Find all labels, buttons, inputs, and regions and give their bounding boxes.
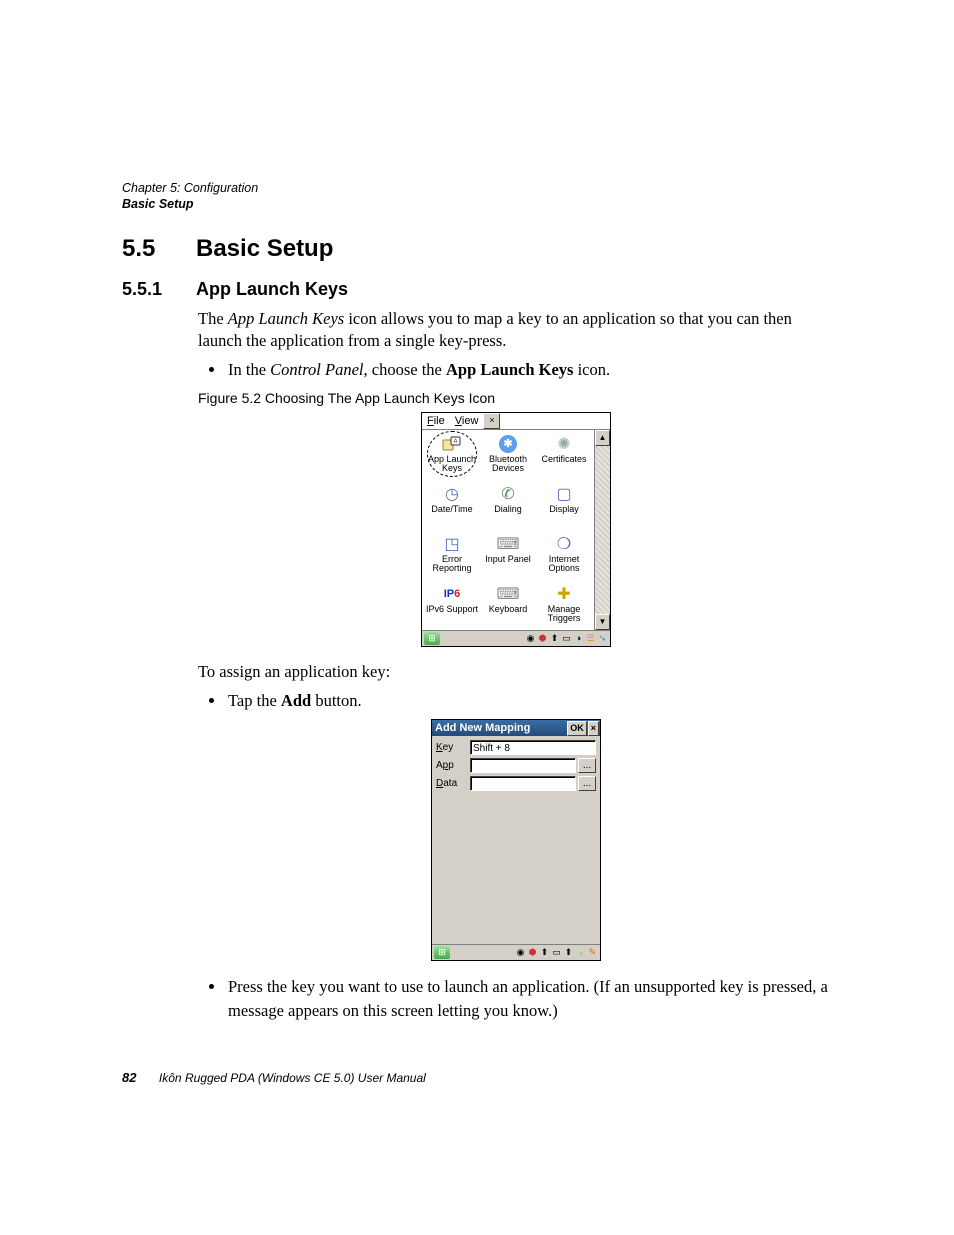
tray-icon[interactable]: ◑ bbox=[573, 633, 584, 644]
svg-text:A: A bbox=[453, 439, 457, 445]
scroll-down-button[interactable]: ▼ bbox=[595, 614, 610, 630]
taskbar: ⊞ ◉ ⬢ ⬆ ▭ ⬆ ◑ ✎ bbox=[432, 944, 600, 960]
tray-icon[interactable]: ⬆ bbox=[563, 947, 574, 958]
cp-item-input-panel[interactable]: ⌨ Input Panel bbox=[480, 532, 536, 582]
tray-icon[interactable]: ⬆ bbox=[539, 947, 550, 958]
scrollbar[interactable]: ▲ ▼ bbox=[594, 430, 610, 630]
data-browse-button[interactable]: ... bbox=[578, 776, 596, 791]
cp-item-display[interactable]: ▢ Display bbox=[536, 482, 592, 532]
breadcrumb: Basic Setup bbox=[122, 196, 834, 212]
cp-item-label: Date/Time bbox=[431, 505, 472, 514]
system-tray: ◉ ⬢ ⬆ ▭ ⬆ ◑ ✎ bbox=[515, 947, 598, 958]
bullet-3: Press the key you want to use to launch … bbox=[226, 975, 834, 1023]
bullet-2: Tap the Add button. bbox=[226, 689, 834, 713]
bullet-1: In the Control Panel, choose the App Lau… bbox=[226, 358, 834, 382]
cp-item-label: Display bbox=[549, 505, 579, 514]
tray-icon[interactable]: ✎ bbox=[587, 947, 598, 958]
keyboard-icon: ⌨ bbox=[497, 584, 519, 604]
scroll-track[interactable] bbox=[595, 446, 610, 614]
paragraph-1: The App Launch Keys icon allows you to m… bbox=[198, 308, 834, 353]
dialog-titlebar: Add New Mapping OK × bbox=[432, 720, 600, 736]
section-number: 5.5 bbox=[122, 235, 196, 263]
cp-item-app-launch-keys[interactable]: A App Launch Keys bbox=[424, 432, 480, 482]
cp-item-keyboard[interactable]: ⌨ Keyboard bbox=[480, 582, 536, 630]
cp-item-ipv6[interactable]: IP6 IPv6 Support bbox=[424, 582, 480, 630]
cp-item-label: Certificates bbox=[541, 455, 586, 464]
close-button[interactable]: × bbox=[483, 413, 500, 429]
tray-icon[interactable]: ➘ bbox=[597, 633, 608, 644]
triggers-icon: ✚ bbox=[553, 584, 575, 604]
tray-icon[interactable]: ⬆ bbox=[549, 633, 560, 644]
cp-item-label: IPv6 Support bbox=[426, 605, 478, 614]
chapter-line: Chapter 5: Configuration bbox=[122, 180, 834, 196]
app-label: App bbox=[436, 760, 470, 771]
taskbar: ⊞ ◉ ⬢ ⬆ ▭ ◑ ☰ ➘ bbox=[422, 630, 610, 646]
page-footer: 82 Ikôn Rugged PDA (Windows CE 5.0) User… bbox=[122, 1069, 426, 1087]
subsection-heading: 5.5.1 App Launch Keys bbox=[122, 279, 834, 300]
paragraph-2: To assign an application key: bbox=[198, 661, 834, 683]
clock-icon: ◷ bbox=[441, 484, 463, 504]
tray-icon[interactable]: ◉ bbox=[525, 633, 536, 644]
ok-button[interactable]: OK bbox=[567, 721, 587, 736]
scroll-up-button[interactable]: ▲ bbox=[595, 430, 610, 446]
page-number: 82 bbox=[122, 1070, 136, 1085]
section-heading: 5.5 Basic Setup bbox=[122, 235, 834, 263]
data-label: Data bbox=[436, 778, 470, 789]
cp-item-label: Internet Options bbox=[537, 555, 591, 574]
data-input[interactable] bbox=[470, 776, 576, 791]
cp-item-certificates[interactable]: ✺ Certificates bbox=[536, 432, 592, 482]
cp-item-internet-options[interactable]: ❍ Internet Options bbox=[536, 532, 592, 582]
phone-icon: ✆ bbox=[497, 484, 519, 504]
cp-item-error-reporting[interactable]: ◳ Error Reporting bbox=[424, 532, 480, 582]
subsection-number: 5.5.1 bbox=[122, 279, 196, 300]
figure-caption: Figure 5.2 Choosing The App Launch Keys … bbox=[198, 390, 834, 406]
add-mapping-dialog: Add New Mapping OK × Key Shift + 8 App .… bbox=[431, 719, 601, 961]
cp-item-dialing[interactable]: ✆ Dialing bbox=[480, 482, 536, 532]
cp-item-label: Manage Triggers bbox=[537, 605, 591, 624]
key-input[interactable]: Shift + 8 bbox=[470, 740, 596, 755]
cp-item-label: Error Reporting bbox=[425, 555, 479, 574]
tray-icon[interactable]: ◉ bbox=[515, 947, 526, 958]
cp-item-datetime[interactable]: ◷ Date/Time bbox=[424, 482, 480, 532]
app-launch-icon: A bbox=[441, 434, 463, 454]
cp-item-manage-triggers[interactable]: ✚ Manage Triggers bbox=[536, 582, 592, 630]
menubar: File View × bbox=[422, 413, 610, 430]
section-title: Basic Setup bbox=[196, 235, 333, 263]
certificates-icon: ✺ bbox=[553, 434, 575, 454]
close-button[interactable]: × bbox=[588, 721, 599, 736]
ipv6-icon: IP6 bbox=[441, 584, 463, 604]
system-tray: ◉ ⬢ ⬆ ▭ ◑ ☰ ➘ bbox=[525, 633, 608, 644]
cp-item-label: Keyboard bbox=[489, 605, 528, 614]
control-panel-window: File View × A App Launch Keys ✱ Bluetoot… bbox=[421, 412, 611, 647]
tray-icon[interactable]: ⬢ bbox=[537, 633, 548, 644]
tray-icon[interactable]: ⬢ bbox=[527, 947, 538, 958]
menu-view[interactable]: View bbox=[450, 414, 484, 428]
footer-title: Ikôn Rugged PDA (Windows CE 5.0) User Ma… bbox=[159, 1071, 426, 1085]
cp-item-label: App Launch Keys bbox=[425, 455, 479, 474]
subsection-title: App Launch Keys bbox=[196, 279, 348, 300]
tray-icon[interactable]: ▭ bbox=[561, 633, 572, 644]
tray-icon[interactable]: ◑ bbox=[575, 947, 586, 958]
tray-icon[interactable]: ☰ bbox=[585, 633, 596, 644]
globe-icon: ❍ bbox=[553, 534, 575, 554]
cp-item-label: Dialing bbox=[494, 505, 522, 514]
cp-item-label: Input Panel bbox=[485, 555, 531, 564]
start-button[interactable]: ⊞ bbox=[434, 946, 450, 959]
dialog-title: Add New Mapping bbox=[435, 722, 530, 734]
cp-item-bluetooth[interactable]: ✱ Bluetooth Devices bbox=[480, 432, 536, 482]
app-input[interactable] bbox=[470, 758, 576, 773]
menu-file[interactable]: File bbox=[422, 414, 450, 428]
input-panel-icon: ⌨ bbox=[497, 534, 519, 554]
display-icon: ▢ bbox=[553, 484, 575, 504]
cp-item-label: Bluetooth Devices bbox=[481, 455, 535, 474]
bluetooth-icon: ✱ bbox=[497, 434, 519, 454]
start-button[interactable]: ⊞ bbox=[424, 632, 440, 645]
app-browse-button[interactable]: ... bbox=[578, 758, 596, 773]
error-icon: ◳ bbox=[441, 534, 463, 554]
tray-icon[interactable]: ▭ bbox=[551, 947, 562, 958]
key-label: Key bbox=[436, 742, 470, 753]
